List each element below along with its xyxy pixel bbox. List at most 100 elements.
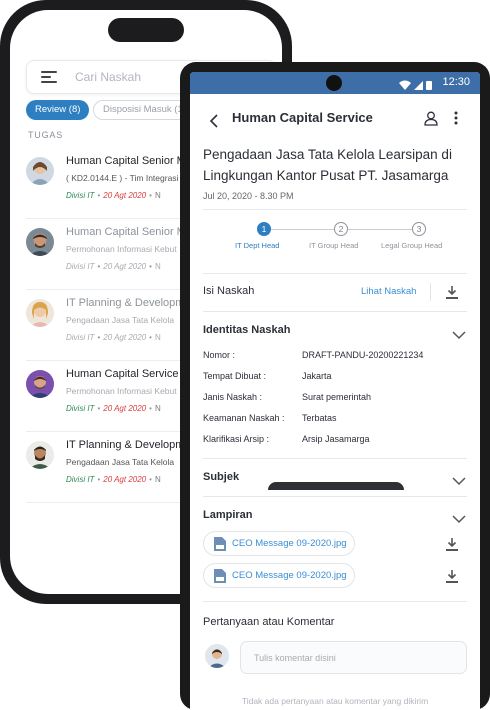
task-extra: N <box>154 333 161 342</box>
front-phone-frame: 12:30 Human Capital Service Pengadaan Ja… <box>180 62 490 710</box>
signal-icon <box>414 81 423 90</box>
task-extra: N <box>154 404 161 413</box>
tab-review[interactable]: Review (8) <box>26 100 90 120</box>
document-title: Pengadaan Jasa Tata Kelola Learsipan di … <box>203 147 452 183</box>
task-date: 20 Agt 2020 <box>103 404 147 413</box>
download-icon[interactable] <box>444 284 460 300</box>
task-subtitle: Pengadaan Jasa Tata Kelola <box>66 457 175 467</box>
jenis-naskah-label: Janis Naskah : <box>203 392 263 402</box>
task-subtitle: Permohonan Informasi Kebut <box>66 386 177 396</box>
task-unit: Divisi IT <box>66 475 95 484</box>
klasifikasi-arsip-label: Klarifikasi Arsip : <box>203 434 270 444</box>
avatar <box>205 644 229 668</box>
task-meta: Divisi IT • 20 Agt 2020 • N <box>66 475 161 484</box>
attachment-name: CEO Message 09-2020.jpg <box>232 570 347 581</box>
person-icon[interactable] <box>423 110 439 131</box>
task-meta: Divisi IT • 20 Agt 2020 • N <box>66 333 161 342</box>
wifi-icon <box>399 80 411 90</box>
task-extra: N <box>154 191 161 200</box>
divider <box>203 311 467 312</box>
task-meta: Divisi IT • 20 Agt 2020 • N <box>66 404 161 413</box>
klasifikasi-arsip-value: Arsip Jasamarga <box>302 434 370 444</box>
avatar <box>26 441 54 469</box>
attachment-name: CEO Message 09-2020.jpg <box>232 538 347 549</box>
jenis-naskah-value: Surat pemerintah <box>302 392 372 402</box>
step-connector <box>271 229 334 230</box>
task-subtitle: Pengadaan Jasa Tata Kelola <box>66 315 175 325</box>
step-1-indicator: 1 <box>257 222 271 236</box>
front-phone-screen: 12:30 Human Capital Service Pengadaan Ja… <box>190 72 480 710</box>
more-vert-icon[interactable] <box>452 110 460 131</box>
hamburger-menu-icon[interactable] <box>41 71 57 85</box>
bottom-sheet-handle[interactable] <box>268 482 404 490</box>
document-date: Jul 20, 2020 - 8.30 PM <box>203 191 294 201</box>
task-title: Human Capital Senior Ma <box>66 155 192 167</box>
divider <box>203 496 467 497</box>
battery-icon <box>426 81 432 90</box>
step-1-label: IT Dept Head <box>235 241 280 250</box>
status-time: 12:30 <box>442 76 470 88</box>
lampiran-header[interactable]: Lampiran <box>203 509 253 521</box>
task-unit: Divisi IT <box>66 333 95 342</box>
attachment-item[interactable]: CEO Message 09-2020.jpg <box>203 563 355 588</box>
download-icon[interactable] <box>444 568 460 584</box>
task-title: Human Capital Senior Ma <box>66 226 192 238</box>
comments-header: Pertanyaan atau Komentar <box>203 616 335 628</box>
task-title: IT Planning & Developme <box>66 439 191 451</box>
empty-comments-text: Tidak ada pertanyaan atau komentar yang … <box>241 696 429 706</box>
tempat-dibuat-label: Tempat Dibuat : <box>203 371 267 381</box>
task-date: 20 Agt 2020 <box>103 475 147 484</box>
power-button <box>486 228 490 290</box>
chevron-down-icon[interactable] <box>452 473 466 486</box>
task-meta: Divisi IT • 20 Agt 2020 • N <box>66 262 161 271</box>
approval-stepper: 1 2 3 IT Dept Head IT Group Head Legal G… <box>190 222 480 262</box>
divider <box>203 273 467 274</box>
keamanan-naskah-label: Keamanan Naskah : <box>203 413 285 423</box>
tempat-dibuat-value: Jakarta <box>302 371 332 381</box>
status-icons <box>398 78 434 96</box>
task-unit: Divisi IT <box>66 191 95 200</box>
task-extra: N <box>154 475 161 484</box>
avatar <box>26 157 54 185</box>
avatar <box>26 228 54 256</box>
divider <box>203 209 467 210</box>
status-bar: 12:30 <box>190 72 480 94</box>
camera-icon <box>326 75 342 91</box>
divider <box>203 458 467 459</box>
subjek-header[interactable]: Subjek <box>203 471 239 483</box>
task-unit: Divisi IT <box>66 404 95 413</box>
section-title: TUGAS <box>28 130 64 140</box>
download-icon[interactable] <box>444 536 460 552</box>
nomor-label: Nomor : <box>203 350 236 360</box>
nomor-value: DRAFT-PANDU-20200221234 <box>302 350 424 360</box>
task-title: IT Planning & Developme <box>66 297 191 309</box>
isi-naskah-label: Isi Naskah <box>203 285 255 297</box>
chevron-up-icon[interactable] <box>452 327 466 340</box>
avatar <box>26 299 54 327</box>
step-3-label: Legal Group Head <box>381 241 443 250</box>
divider <box>430 283 431 301</box>
attachment-item[interactable]: CEO Message 09-2020.jpg <box>203 531 355 556</box>
task-date: 20 Agt 2020 <box>103 333 147 342</box>
page-title: Human Capital Service <box>232 110 373 125</box>
identitas-naskah-header[interactable]: Identitas Naskah <box>203 324 290 336</box>
keamanan-naskah-value: Terbatas <box>302 413 337 423</box>
image-file-icon <box>214 537 226 551</box>
task-title: Human Capital Service <box>66 368 179 380</box>
task-unit: Divisi IT <box>66 262 95 271</box>
step-connector <box>348 229 413 230</box>
image-file-icon <box>214 569 226 583</box>
task-extra: N <box>154 262 161 271</box>
volume-button <box>486 176 490 216</box>
divider <box>203 601 467 602</box>
step-2-label: IT Group Head <box>309 241 359 250</box>
lihat-naskah-link[interactable]: Lihat Naskah <box>361 286 416 297</box>
task-meta: Divisi IT • 20 Agt 2020 • N <box>66 191 161 200</box>
task-date: 20 Agt 2020 <box>103 191 147 200</box>
back-arrow-icon[interactable] <box>208 114 222 128</box>
comment-input[interactable] <box>240 641 467 674</box>
step-2-indicator: 2 <box>334 222 348 236</box>
step-3-indicator: 3 <box>412 222 426 236</box>
chevron-down-icon[interactable] <box>452 511 466 524</box>
phone-notch <box>108 18 184 42</box>
